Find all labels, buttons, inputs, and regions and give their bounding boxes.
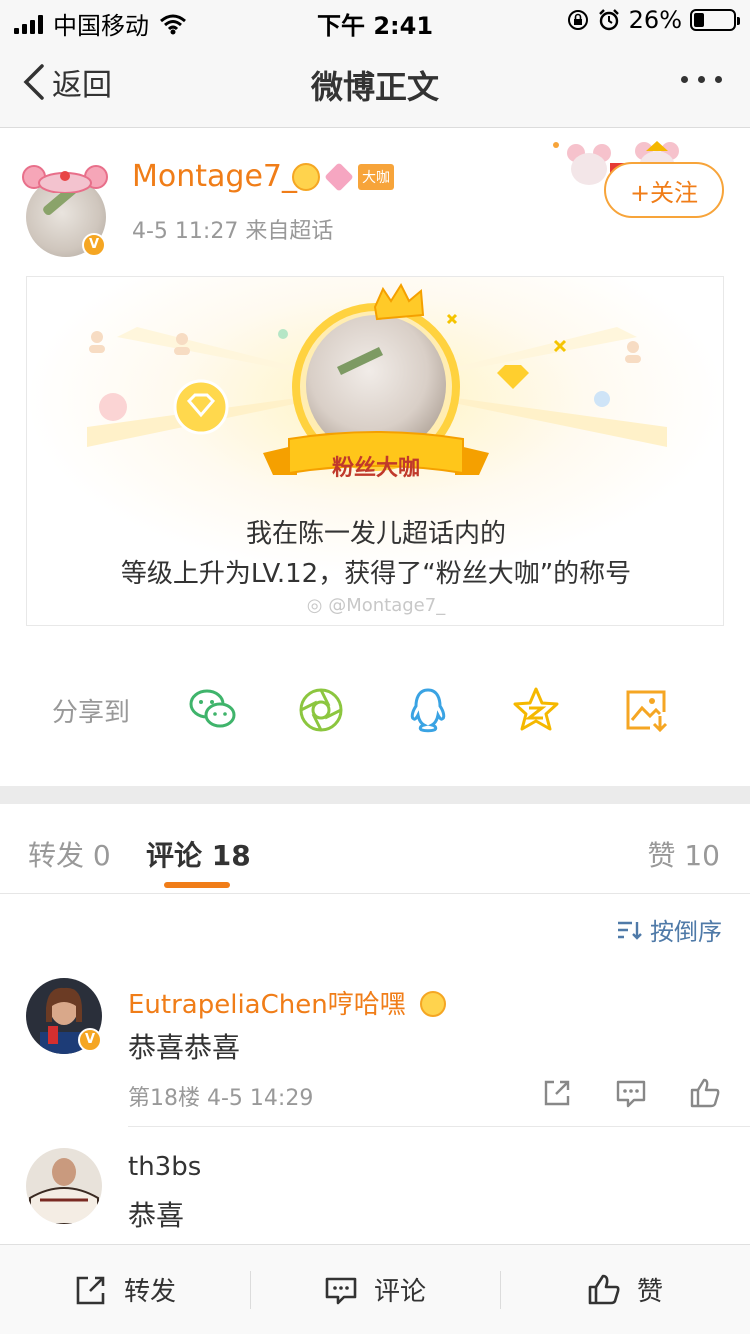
- comment-avatar[interactable]: [26, 1148, 102, 1224]
- share-label: 分享到: [52, 698, 131, 728]
- save-image-icon[interactable]: [620, 684, 672, 736]
- bottom-action-bar: 转发 评论 赞: [0, 1244, 750, 1334]
- card-watermark: ◎ @Montage7_: [27, 595, 723, 616]
- more-dot: [698, 76, 705, 83]
- nav-bar: 返回 微博正文: [0, 40, 750, 128]
- qzone-icon[interactable]: [510, 684, 562, 736]
- achievement-line-2: 等级上升为LV.12，获得了“粉丝大咖”的称号: [120, 559, 632, 589]
- more-dot: [715, 76, 722, 83]
- page-title: 微博正文: [310, 68, 439, 106]
- rotation-lock-icon: [567, 10, 588, 30]
- alarm-icon: [598, 9, 619, 31]
- share-row: 分享到: [0, 680, 750, 740]
- battery-icon: [690, 9, 740, 31]
- more-dot: [681, 76, 688, 83]
- wechat-icon[interactable]: [187, 684, 239, 736]
- verified-v-icon: V: [82, 233, 106, 257]
- weibo-logo-icon: ◎: [306, 595, 323, 616]
- verified-v-icon: V: [78, 1028, 102, 1052]
- follow-button[interactable]: +关注: [604, 162, 724, 218]
- chevron-left-icon: [23, 64, 44, 100]
- tab-reposts[interactable]: 转发 0: [28, 834, 111, 874]
- comment-actions: [540, 1076, 722, 1110]
- reply-comment-icon[interactable]: [614, 1076, 648, 1110]
- commenter-name[interactable]: EutrapeliaChen哼哈嘿: [128, 984, 446, 1021]
- achievement-line-1: 我在陈一发儿超话内的: [245, 519, 506, 549]
- status-bar: 中国移动 下午 2:41 26%: [0, 0, 750, 40]
- section-divider: [0, 786, 750, 804]
- comment-text: 恭喜: [128, 1199, 185, 1232]
- more-menu-button[interactable]: [681, 76, 722, 83]
- back-button[interactable]: 返回: [20, 60, 112, 104]
- sort-order-button[interactable]: 按倒序: [616, 912, 722, 947]
- comment-meta: 第18楼 4-5 14:29: [128, 1086, 314, 1111]
- dakai-badge: 大咖: [358, 164, 394, 190]
- like-button[interactable]: 赞: [500, 1245, 750, 1334]
- watermark-text: @Montage7_: [328, 595, 446, 616]
- achievement-card[interactable]: 粉丝大咖 我在陈一发儿超话内的 等级上升为LV.12，获得了“粉丝大咖”的称号 …: [26, 276, 724, 626]
- badge-ribbon-text: 粉丝大咖: [331, 456, 420, 481]
- like-label: 赞: [636, 1277, 663, 1307]
- author-badges: 大咖: [292, 162, 394, 192]
- repost-icon: [76, 1276, 105, 1304]
- like-comment-icon[interactable]: [688, 1076, 722, 1110]
- author-avatar[interactable]: V: [22, 149, 108, 257]
- mouse-hat-decoration-icon: [22, 165, 108, 193]
- level-gem-icon: [324, 162, 354, 192]
- qq-icon[interactable]: [402, 684, 454, 736]
- sort-icon: [618, 921, 642, 940]
- moments-icon[interactable]: [295, 684, 347, 736]
- battery-fill: [694, 13, 704, 27]
- comment-button[interactable]: 评论: [250, 1245, 500, 1334]
- sort-label: 按倒序: [650, 918, 722, 946]
- repost-button[interactable]: 转发: [0, 1245, 250, 1334]
- post-header: V Montage7_ 大咖 4-5 11:27 来自超话 +关注: [0, 129, 750, 259]
- crown-badge-icon: [292, 163, 320, 191]
- battery-percent: 26%: [628, 6, 682, 34]
- commenter-name-text: EutrapeliaChen哼哈嘿: [128, 990, 406, 1020]
- like-icon: [588, 1274, 620, 1304]
- post-meta: 4-5 11:27 来自超话: [132, 219, 334, 244]
- comment-label: 评论: [373, 1277, 426, 1307]
- status-right: 26%: [567, 6, 740, 34]
- crown-badge-icon: [419, 991, 446, 1017]
- share-comment-icon[interactable]: [540, 1076, 574, 1110]
- comment-icon: [325, 1277, 357, 1304]
- back-label: 返回: [52, 68, 112, 103]
- commenter-photo-icon: [26, 1148, 102, 1224]
- comment-separator: [128, 1126, 750, 1127]
- comment-text: 恭喜恭喜: [128, 1031, 241, 1064]
- tab-likes[interactable]: 赞 10: [647, 834, 720, 874]
- author-name[interactable]: Montage7_: [132, 159, 297, 194]
- tab-comments[interactable]: 评论 18: [146, 834, 251, 874]
- repost-label: 转发: [123, 1277, 176, 1307]
- interaction-tabs: 转发 0 评论 18 赞 10: [0, 804, 750, 894]
- active-tab-indicator: [164, 882, 230, 888]
- commenter-name[interactable]: th3bs: [128, 1152, 201, 1182]
